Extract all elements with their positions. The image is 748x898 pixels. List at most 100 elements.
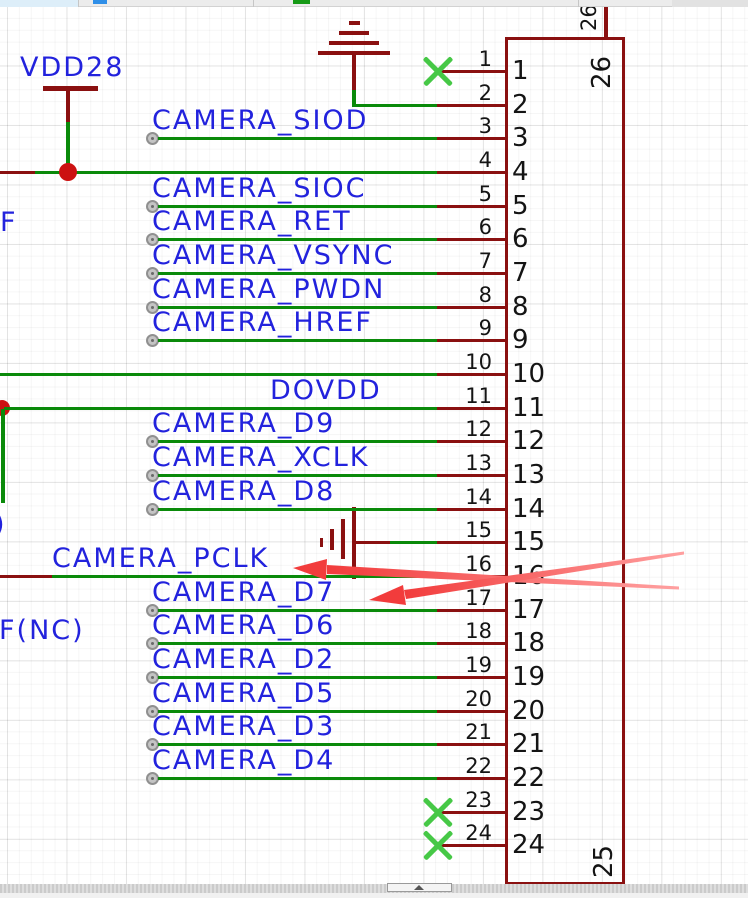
pin-17-name: 17 bbox=[512, 596, 545, 624]
wire-power-lead[interactable] bbox=[0, 171, 35, 174]
schematic-canvas[interactable]: VDD28 F F(NC) ) 26 26 25 112233CAMERA_SI… bbox=[0, 0, 748, 898]
pin-13-name: 13 bbox=[512, 461, 545, 489]
pin-4-stub[interactable] bbox=[437, 171, 505, 174]
pin-24-name: 24 bbox=[512, 831, 545, 859]
gnd-bar-2 bbox=[329, 41, 379, 45]
no-connect-x-pin-24[interactable] bbox=[421, 828, 455, 862]
pin-11-name: 11 bbox=[512, 394, 545, 422]
tab-green-icon[interactable] bbox=[293, 0, 310, 4]
pin-8-stub[interactable] bbox=[437, 306, 505, 309]
wire-camera-d8[interactable] bbox=[158, 508, 437, 511]
pin-6-name: 6 bbox=[512, 225, 529, 253]
pin-10-number: 10 bbox=[422, 351, 492, 373]
net-label-camera-xclk[interactable]: CAMERA_XCLK bbox=[152, 444, 369, 472]
pin-2-stub[interactable] bbox=[437, 104, 505, 107]
pin-7-number: 7 bbox=[422, 250, 492, 272]
pin-5-name: 5 bbox=[512, 192, 529, 220]
collapse-arrow-icon bbox=[414, 885, 424, 890]
pin-6-number: 6 bbox=[422, 216, 492, 238]
gnd-stem bbox=[352, 55, 356, 90]
pin-21-number: 21 bbox=[422, 721, 492, 743]
gnd-left-bar-2 bbox=[341, 519, 345, 559]
tab-blue-icon[interactable] bbox=[93, 0, 107, 4]
power-net-label-vdd28[interactable]: VDD28 bbox=[20, 54, 124, 82]
vdd-bar bbox=[43, 86, 98, 91]
pin-12-number: 12 bbox=[422, 418, 492, 440]
pin-9-name: 9 bbox=[512, 326, 529, 354]
clipped-net-label-fnc[interactable]: F(NC) bbox=[0, 617, 85, 645]
scrollbar-thumb[interactable] bbox=[387, 883, 452, 892]
pin-9-number: 9 bbox=[422, 317, 492, 339]
pin-22-name: 22 bbox=[512, 764, 545, 792]
pin-9-stub[interactable] bbox=[437, 339, 505, 342]
pin-19-number: 19 bbox=[422, 654, 492, 676]
tab-segment-active[interactable] bbox=[0, 0, 79, 7]
pin-5-stub[interactable] bbox=[437, 205, 505, 208]
wire-camera-siod[interactable] bbox=[158, 137, 437, 140]
net-label-camera-d6[interactable]: CAMERA_D6 bbox=[152, 612, 335, 640]
pin-12-name: 12 bbox=[512, 427, 545, 455]
net-label-camera-d2[interactable]: CAMERA_D2 bbox=[152, 646, 335, 674]
net-label-camera-href[interactable]: CAMERA_HREF bbox=[152, 309, 373, 337]
pin-2-number: 2 bbox=[422, 82, 492, 104]
net-label-camera-siod[interactable]: CAMERA_SIOD bbox=[152, 107, 368, 135]
pin-13-number: 13 bbox=[422, 452, 492, 474]
pin-3-name: 3 bbox=[512, 124, 529, 152]
pin-4-number: 4 bbox=[422, 149, 492, 171]
pin-8-number: 8 bbox=[422, 284, 492, 306]
pin-3-number: 3 bbox=[422, 115, 492, 137]
pin-23-name: 23 bbox=[512, 798, 545, 826]
pin-14-name: 14 bbox=[512, 495, 545, 523]
arrow-d7-head bbox=[369, 585, 406, 605]
junction-dot bbox=[59, 163, 77, 181]
net-label-camera-d8[interactable]: CAMERA_D8 bbox=[152, 478, 335, 506]
pin-7-name: 7 bbox=[512, 259, 529, 287]
connector-pin-name-26: 26 bbox=[588, 56, 616, 89]
tab-strip bbox=[0, 0, 748, 7]
pin-6-stub[interactable] bbox=[437, 238, 505, 241]
pin-11-number: 11 bbox=[422, 385, 492, 407]
wire-camera-href[interactable] bbox=[158, 339, 437, 342]
wire-dovdd-branch[interactable] bbox=[1, 409, 5, 503]
pin-7-stub[interactable] bbox=[437, 272, 505, 275]
wire-camera-d4[interactable] bbox=[158, 777, 437, 780]
net-label-camera-d4[interactable]: CAMERA_D4 bbox=[152, 747, 335, 775]
tab-segment-right[interactable] bbox=[672, 0, 748, 7]
pin-5-number: 5 bbox=[422, 183, 492, 205]
annotation-arrows bbox=[0, 0, 748, 898]
net-label-camera-pwdn[interactable]: CAMERA_PWDN bbox=[152, 276, 385, 304]
gnd-left-bar-4 bbox=[320, 538, 323, 547]
tab-divider bbox=[253, 0, 254, 7]
pin-3-stub[interactable] bbox=[437, 137, 505, 140]
pin-14-number: 14 bbox=[422, 486, 492, 508]
net-label-camera-vsync[interactable]: CAMERA_VSYNC bbox=[152, 242, 394, 270]
gnd-bar-4 bbox=[349, 21, 360, 25]
pin-22-number: 22 bbox=[422, 755, 492, 777]
net-label-camera-ret[interactable]: CAMERA_RET bbox=[152, 208, 352, 236]
pin-16-name: 16 bbox=[512, 562, 545, 590]
pin-18-name: 18 bbox=[512, 629, 545, 657]
gnd-bar-3 bbox=[339, 31, 369, 35]
wire-pclk-lead[interactable] bbox=[0, 575, 52, 578]
net-label-camera-d3[interactable]: CAMERA_D3 bbox=[152, 713, 335, 741]
clipped-net-label-f[interactable]: F bbox=[0, 209, 18, 237]
horizontal-scrollbar[interactable] bbox=[0, 884, 748, 893]
pin-21-name: 21 bbox=[512, 730, 545, 758]
net-label-camera-d7[interactable]: CAMERA_D7 bbox=[152, 579, 335, 607]
clipped-glyph-fragment: ) bbox=[0, 511, 7, 539]
net-label-camera-sioc[interactable]: CAMERA_SIOC bbox=[152, 175, 367, 203]
net-label-camera-d5[interactable]: CAMERA_D5 bbox=[152, 680, 335, 708]
net-label-camera-d9[interactable]: CAMERA_D9 bbox=[152, 410, 335, 438]
bottom-strip bbox=[0, 893, 748, 898]
pin-2-name: 2 bbox=[512, 91, 529, 119]
wire-gnd-pin15[interactable] bbox=[390, 541, 437, 544]
wire-gnd-stem-pin15[interactable] bbox=[356, 541, 390, 544]
pin-15-name: 15 bbox=[512, 528, 545, 556]
connector-pin-name-25: 25 bbox=[590, 845, 618, 878]
net-label-dovdd[interactable]: DOVDD bbox=[270, 377, 382, 405]
vdd-stem bbox=[66, 91, 70, 122]
connector-top-pin-stub[interactable] bbox=[604, 6, 608, 37]
net-label-camera-pclk[interactable]: CAMERA_PCLK bbox=[52, 545, 269, 573]
pin-1-name: 1 bbox=[512, 57, 529, 85]
pin-4-name: 4 bbox=[512, 158, 529, 186]
